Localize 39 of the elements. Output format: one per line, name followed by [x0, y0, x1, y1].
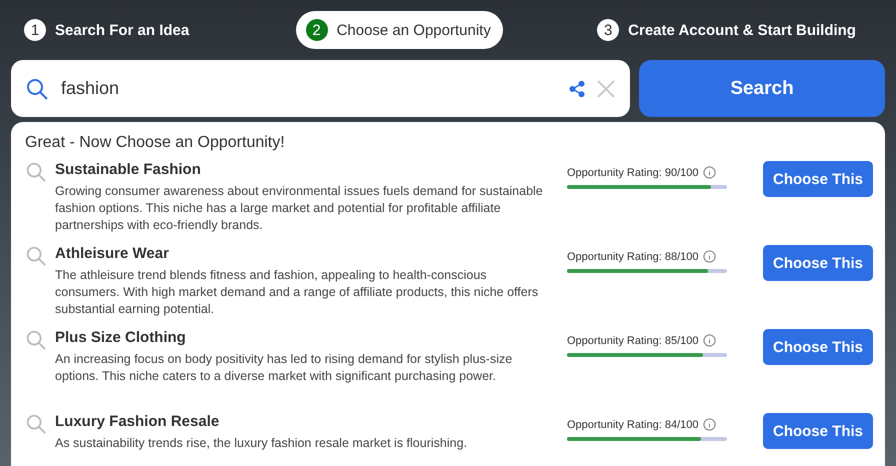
- step-number: 3: [597, 19, 620, 41]
- choose-button[interactable]: Choose This: [763, 329, 873, 365]
- opportunity-title: Luxury Fashion Resale: [55, 413, 220, 430]
- opportunity-title: Plus Size Clothing: [55, 329, 187, 346]
- choose-button[interactable]: Choose This: [763, 161, 873, 197]
- step-number: 2: [306, 19, 328, 41]
- step-tab[interactable]: 2 Choose an Opportunity: [296, 11, 503, 49]
- info-icon[interactable]: [702, 334, 716, 347]
- results-heading: Great - Now Choose an Opportunity!: [25, 134, 286, 152]
- search-button[interactable]: Search: [639, 60, 885, 117]
- opportunity-description: Growing consumer awareness about environmental issues fuels demand for sustainable fashion options. This niche has a large market and potential for profitable affiliate partnerships with eco-friendly brands.: [55, 183, 544, 234]
- search-icon: [25, 245, 47, 267]
- search-icon: [25, 76, 49, 100]
- search-icon: [25, 161, 47, 183]
- info-icon[interactable]: [702, 250, 716, 263]
- choose-button[interactable]: Choose This: [763, 413, 873, 449]
- info-icon[interactable]: [702, 418, 716, 431]
- opportunity-description: As sustainability trends rise, the luxury fashion resale market is flourishing.: [55, 435, 468, 452]
- rating-label: Opportunity Rating: 88/100: [567, 250, 698, 262]
- share-icon[interactable]: [568, 80, 586, 98]
- opportunity-description: An increasing focus on body positivity has led to rising demand for stylish plus-size options. This niche caters to a diverse market with significant purchasing power.: [55, 351, 514, 385]
- search-field[interactable]: fashion: [11, 60, 630, 117]
- step-tab[interactable]: 1 Search For an Idea: [24, 11, 202, 49]
- opportunity-description: The athleisure trend blends fitness and fashion, appealing to health-conscious consumers. With high market demand and a range of affiliate products, this niche offers substantial earning potential.: [55, 267, 540, 318]
- step-label: Choose an Opportunity: [336, 22, 491, 38]
- step-tab[interactable]: 3 Create Account & Start Building: [597, 11, 868, 49]
- rating-label: Opportunity Rating: 84/100: [567, 418, 698, 430]
- step-label: Search For an Idea: [55, 22, 190, 38]
- search-icon: [25, 413, 47, 435]
- search-icon: [25, 329, 47, 351]
- rating-label: Opportunity Rating: 85/100: [567, 334, 698, 346]
- step-number: 1: [24, 19, 46, 41]
- choose-button[interactable]: Choose This: [763, 245, 873, 281]
- opportunity-title: Athleisure Wear: [55, 245, 170, 262]
- step-label: Create Account & Start Building: [628, 22, 856, 38]
- search-input[interactable]: fashion: [59, 77, 558, 100]
- info-icon[interactable]: [702, 166, 716, 179]
- rating-label: Opportunity Rating: 90/100: [567, 166, 698, 178]
- opportunity-title: Sustainable Fashion: [55, 161, 202, 178]
